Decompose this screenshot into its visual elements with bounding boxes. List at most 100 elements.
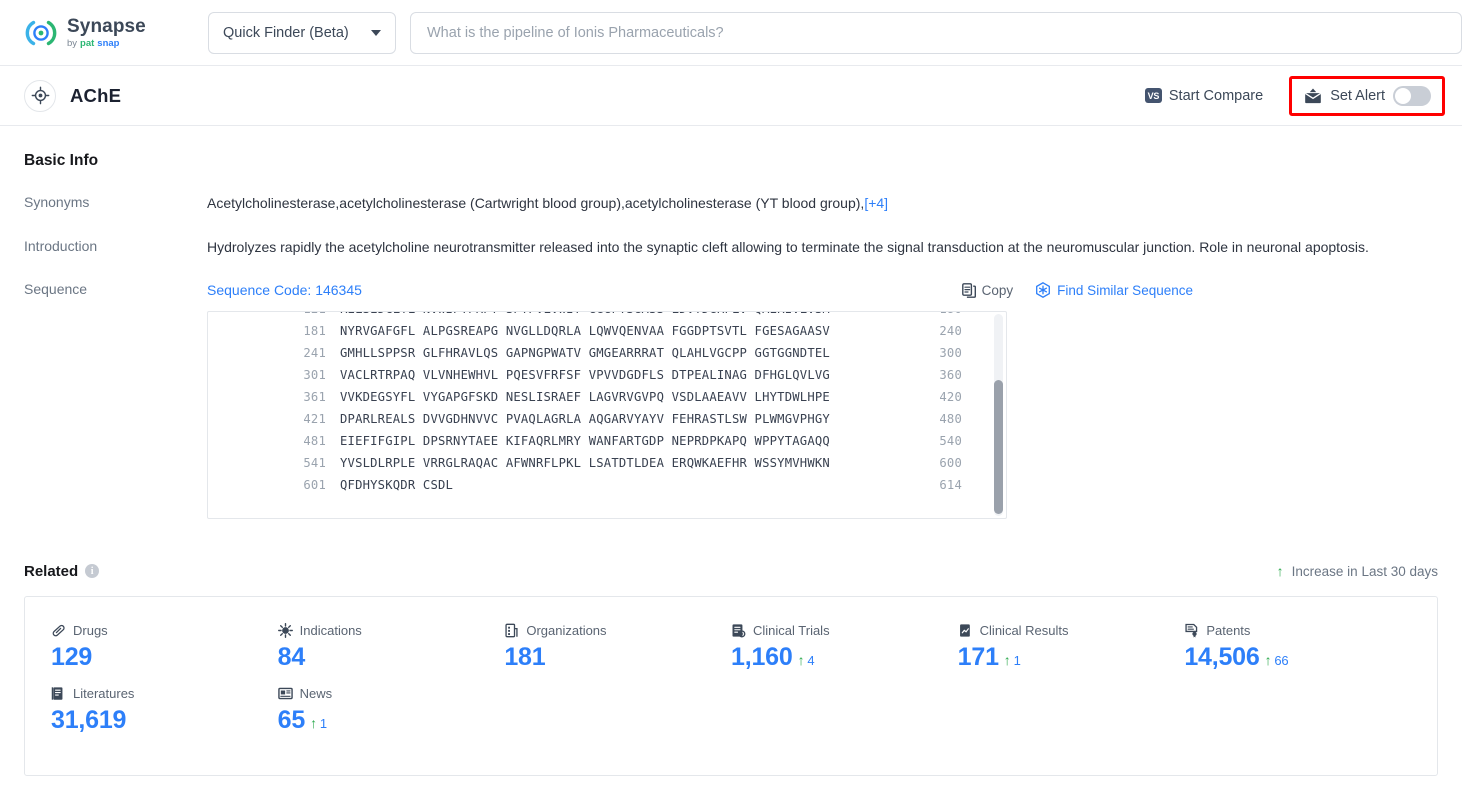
sequence-line-start: 121 bbox=[208, 312, 340, 320]
synonyms-more-link[interactable]: [+4] bbox=[864, 195, 888, 211]
sequence-line: 301 VACLRTRPAQ VLVNHEWHVL PQESVFRFSF VPVV… bbox=[208, 364, 990, 386]
sequence-line: 361 VVKDEGSYFL VYGAPGFSKD NESLISRAEF LAGV… bbox=[208, 386, 990, 408]
introduction-label: Introduction bbox=[24, 237, 98, 254]
news-icon bbox=[277, 686, 293, 701]
sequence-scrollbar[interactable] bbox=[994, 313, 1003, 516]
sequence-line-residues: VACLRTRPAQ VLVNHEWHVL PQESVFRFSF VPVVDGD… bbox=[340, 367, 830, 382]
stat-delta: ↑ 66 bbox=[1265, 652, 1289, 668]
synonyms-label: Synonyms bbox=[24, 194, 90, 210]
virus-icon bbox=[277, 622, 293, 638]
stat-number: 1,160 bbox=[731, 642, 793, 671]
sequence-label: Sequence bbox=[24, 281, 88, 298]
synonyms-value: Acetylcholinesterase,acetylcholinesteras… bbox=[207, 195, 865, 211]
stat-cell[interactable]: Clinical Results 171 ↑ 1 bbox=[958, 623, 1185, 672]
sequence-line: 421 DPARLREALS DVVGDHNVVC PVAQLAGRLA AQGA… bbox=[208, 408, 990, 430]
arrow-up-icon: ↑ bbox=[310, 714, 317, 731]
sequence-scrollbar-thumb[interactable] bbox=[994, 380, 1003, 514]
sequence-line-start: 541 bbox=[303, 455, 326, 470]
clinical-trial-icon bbox=[731, 623, 746, 638]
introduction-value: Hydrolyzes rapidly the acetylcholine neu… bbox=[207, 238, 1369, 255]
introduction-row: Introduction Hydrolyzes rapidly the acet… bbox=[24, 214, 1438, 258]
sequence-line: 481 EIEFIFGIPL DPSRNYTAEE KIFAQRLMRY WANF… bbox=[208, 430, 990, 452]
sequence-line-start: 361 bbox=[303, 389, 326, 404]
search-box[interactable] bbox=[410, 11, 1462, 54]
sequence-code-link[interactable]: Sequence Code: 146345 bbox=[207, 281, 362, 301]
related-title: Related bbox=[24, 562, 79, 580]
entity-bar: AChE VS Start Compare Set Alert bbox=[0, 66, 1462, 126]
chevron-down-icon bbox=[371, 29, 381, 36]
arrow-up-icon: ↑ bbox=[1003, 651, 1011, 668]
stat-value: 65 ↑ 1 bbox=[278, 706, 505, 735]
sequence-line-start: 241 bbox=[303, 345, 326, 360]
stat-value: 1,160 ↑ 4 bbox=[731, 643, 958, 672]
sequence-line-residues: EIEFIFGIPL DPSRNYTAEE KIFAQRLMRY WANFART… bbox=[340, 433, 830, 448]
stat-label-text: Patents bbox=[1206, 622, 1251, 638]
start-compare-button[interactable]: VS Start Compare bbox=[1144, 88, 1263, 104]
mail-alert-icon bbox=[1304, 88, 1322, 104]
arrow-up-icon: ↑ bbox=[1276, 563, 1284, 580]
sequence-line-residues: NYRVGAFGFL ALPGSREAPG NVGLLDQRLA LQWVQEN… bbox=[340, 323, 830, 338]
find-similar-sequence-button[interactable]: Find Similar Sequence bbox=[1035, 282, 1193, 301]
set-alert-label: Set Alert bbox=[1330, 87, 1385, 104]
page-title: AChE bbox=[70, 84, 122, 106]
stat-number: 65 bbox=[277, 705, 306, 734]
stat-label: Indications bbox=[277, 622, 505, 638]
quick-finder-dropdown[interactable]: Quick Finder (Beta) bbox=[208, 11, 396, 54]
synapse-logo-icon bbox=[24, 16, 58, 50]
sequence-line-end: 614 bbox=[939, 477, 962, 492]
stat-value: 14,506 ↑ 66 bbox=[1184, 643, 1411, 672]
similar-sequence-icon bbox=[1035, 282, 1051, 299]
set-alert-highlight-box: Set Alert bbox=[1289, 75, 1445, 116]
stat-value: 129 bbox=[51, 643, 278, 672]
brand-by: by bbox=[67, 37, 78, 49]
sequence-line-start: 601 bbox=[303, 477, 326, 492]
stat-cell[interactable]: Indications 84 bbox=[278, 623, 505, 672]
stat-cell[interactable]: Drugs 129 bbox=[51, 623, 278, 672]
stat-cell[interactable]: News 65 ↑ 1 bbox=[278, 686, 505, 735]
sequence-viewer[interactable]: 121RELSEDCLYL NVWIPYPRPT SPTPVLVWIY GGGF… bbox=[207, 310, 1007, 519]
synapse-logo[interactable]: Synapse by pat snap bbox=[24, 16, 172, 50]
stat-label: Drugs bbox=[51, 623, 278, 638]
literature-icon bbox=[51, 686, 66, 701]
stat-label: Organizations bbox=[504, 623, 731, 638]
stat-label: News bbox=[277, 686, 505, 701]
sequence-line-start: 421 bbox=[303, 411, 326, 426]
synonyms-row: Synonyms Acetylcholinesterase,acetylchol… bbox=[24, 170, 1438, 214]
set-alert-toggle[interactable] bbox=[1393, 85, 1431, 106]
brand-name: Synapse bbox=[67, 15, 146, 37]
sequence-line: 241 GMHLLSPPSR GLFHRAVLQS GAPNGPWATV GMGE… bbox=[208, 342, 990, 364]
top-bar: Synapse by pat snap Quick Finder (Beta) bbox=[0, 0, 1462, 66]
sequence-line-residues: GMHLLSPPSR GLFHRAVLQS GAPNGPWATV GMGEARR… bbox=[340, 345, 830, 360]
copy-button[interactable]: Copy bbox=[961, 282, 1013, 301]
stat-delta: ↑ 1 bbox=[310, 715, 327, 731]
stat-label-text: Clinical Trials bbox=[753, 622, 830, 638]
stat-delta: ↑ 1 bbox=[1004, 652, 1021, 668]
stat-delta-number: 1 bbox=[319, 715, 327, 731]
building-icon bbox=[504, 623, 519, 638]
copy-icon bbox=[961, 283, 976, 299]
stat-label-text: Clinical Results bbox=[979, 622, 1069, 638]
related-header: Related i ↑ Increase in Last 30 days bbox=[24, 519, 1438, 580]
stat-cell[interactable]: Organizations 181 bbox=[504, 623, 731, 672]
sequence-line: 601 QFDHYSKQDR CSDL 614 bbox=[208, 474, 990, 496]
sequence-header: Sequence Code: 146345 Copy Find Similar … bbox=[207, 281, 1438, 301]
increase-legend: ↑ Increase in Last 30 days bbox=[1277, 564, 1438, 579]
stat-value: 31,619 bbox=[51, 706, 278, 735]
versus-icon: VS bbox=[1144, 88, 1162, 103]
arrow-up-icon: ↑ bbox=[797, 651, 805, 668]
sequence-line-residues: YVSLDLRPLE VRRGLRAQAC AFWNRFLPKL LSATDTL… bbox=[340, 455, 830, 470]
stat-cell[interactable]: Patents 14,506 ↑ 66 bbox=[1184, 623, 1411, 672]
sequence-lines: 121RELSEDCLYL NVWIPYPRPT SPTPVLVWIY GGGF… bbox=[208, 312, 1006, 496]
search-input[interactable] bbox=[427, 24, 1445, 41]
stat-number: 129 bbox=[51, 642, 93, 671]
sequence-line-start: 301 bbox=[303, 367, 326, 382]
sequence-line-end: 480 bbox=[939, 411, 962, 426]
stat-label: Clinical Trials bbox=[731, 623, 958, 638]
stat-cell[interactable]: Literatures 31,619 bbox=[51, 686, 278, 735]
info-icon[interactable]: i bbox=[85, 564, 100, 579]
stat-cell[interactable]: Clinical Trials 1,160 ↑ 4 bbox=[731, 623, 958, 672]
sequence-line: 181 NYRVGAFGFL ALPGSREAPG NVGLLDQRLA LQWV… bbox=[208, 320, 990, 342]
stat-number: 181 bbox=[504, 642, 546, 671]
stat-delta-number: 1 bbox=[1013, 652, 1021, 668]
toggle-knob bbox=[1395, 87, 1411, 104]
